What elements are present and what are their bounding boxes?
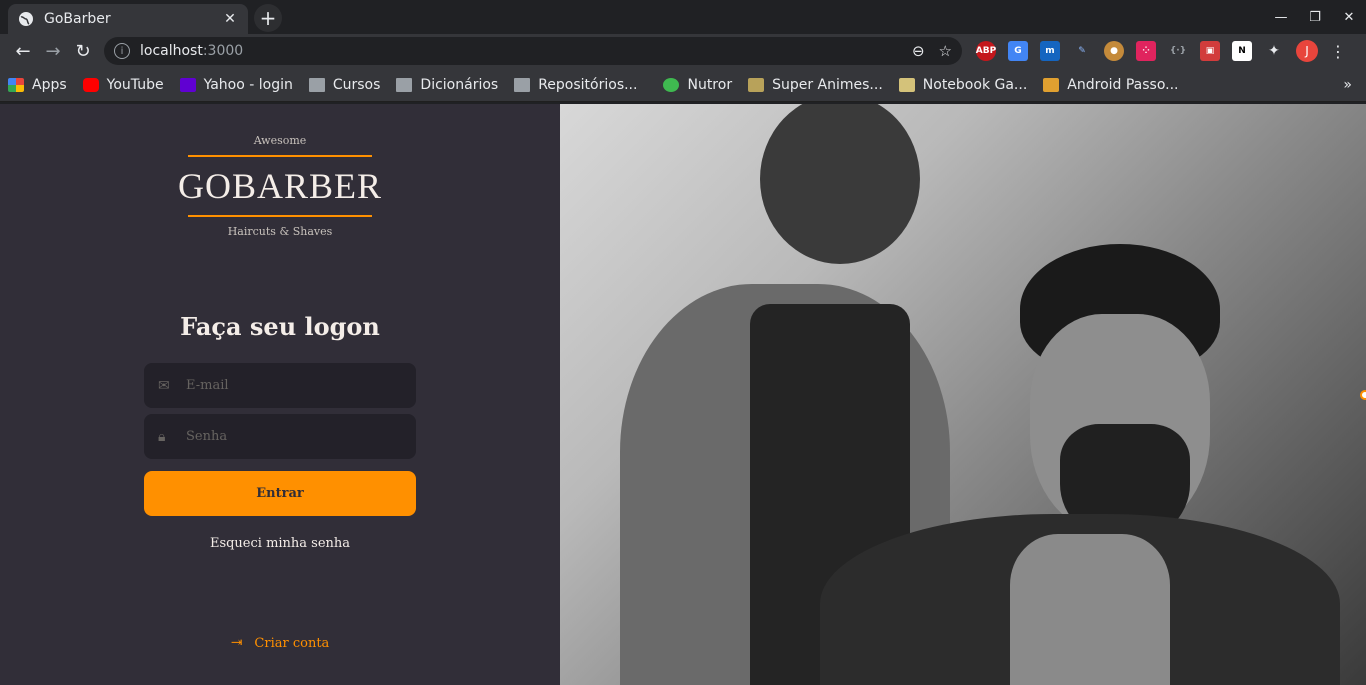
- logo-top-text: Awesome: [253, 134, 307, 147]
- signin-panel: Awesome GOBARBER Haircuts & Shaves Faça …: [0, 104, 560, 685]
- bookmark-apps[interactable]: Apps: [8, 77, 67, 93]
- bookmark-label: Android Passo...: [1067, 76, 1179, 93]
- lock-icon: 🔒︎: [158, 428, 166, 445]
- folder-icon: [396, 77, 413, 92]
- profile-avatar[interactable]: J: [1296, 40, 1318, 62]
- window-controls: — ❐ ✕: [1264, 0, 1366, 34]
- logo-bottom-text: Haircuts & Shaves: [227, 225, 333, 238]
- site-info-icon[interactable]: i: [114, 43, 130, 59]
- reload-button[interactable]: ↻: [68, 36, 98, 66]
- bookmark-android[interactable]: Android Passo...: [1043, 76, 1179, 93]
- address-bar[interactable]: i localhost:3000 ⊖ ☆: [104, 37, 962, 65]
- nutror-icon: [663, 77, 680, 92]
- logo-divider-top: [188, 155, 372, 157]
- super-animes-icon: [748, 77, 765, 92]
- gift-extension-icon[interactable]: ▣: [1200, 41, 1220, 61]
- create-account-link[interactable]: ⇥ Criar conta: [0, 635, 560, 651]
- background-photo: [560, 104, 1366, 685]
- folder-icon: [514, 77, 531, 92]
- url-port: :3000: [202, 43, 244, 59]
- minimize-icon[interactable]: —: [1264, 0, 1298, 34]
- photo-barber-head: [760, 104, 920, 264]
- extensions-area: ABP G m ✎ ● ⁘ {·} ▣ N ✦ J ⋮: [976, 40, 1346, 62]
- close-tab-icon[interactable]: ✕: [222, 11, 238, 27]
- folder-icon: [308, 77, 325, 92]
- bookmarks-overflow-icon[interactable]: »: [1343, 77, 1352, 93]
- log-in-icon: ⇥: [230, 635, 243, 651]
- email-field[interactable]: ✉: [144, 363, 416, 408]
- logo-brand: GOBARBER: [178, 165, 381, 207]
- bookmark-nutror[interactable]: Nutror: [663, 77, 732, 93]
- url-host: localhost: [140, 43, 203, 59]
- zoom-icon[interactable]: ⊖: [912, 42, 925, 60]
- browser-tab[interactable]: GoBarber ✕: [8, 4, 248, 34]
- email-input[interactable]: [186, 378, 402, 393]
- forward-button[interactable]: →: [38, 36, 68, 66]
- bookmark-label: Apps: [32, 76, 67, 93]
- notebook-icon: [898, 77, 915, 92]
- bookmark-label: Nutror: [687, 76, 733, 93]
- notion-extension-icon[interactable]: N: [1232, 41, 1252, 61]
- url-text: localhost:3000: [140, 43, 898, 59]
- menu-kebab-icon[interactable]: ⋮: [1330, 42, 1346, 61]
- bookmark-label: Repositórios...: [538, 76, 638, 93]
- browser-toolbar: ← → ↻ i localhost:3000 ⊖ ☆ ABP G m ✎ ● ⁘…: [0, 34, 1366, 68]
- create-account-label: Criar conta: [254, 635, 330, 651]
- bookmark-yahoo[interactable]: Yahoo - login: [179, 76, 293, 93]
- bookmark-label: Cursos: [332, 76, 381, 93]
- bookmarks-bar: Apps YouTube Yahoo - login Cursos Dicion…: [0, 68, 1366, 102]
- forgot-password-link[interactable]: Esqueci minha senha: [0, 536, 560, 551]
- apps-grid-icon: [8, 77, 24, 92]
- bookmark-super-animes[interactable]: Super Animes...: [748, 77, 883, 93]
- yahoo-icon: [179, 77, 196, 92]
- bookmark-dicionarios[interactable]: Dicionários: [396, 77, 498, 93]
- bookmark-label: YouTube: [106, 76, 164, 93]
- password-input[interactable]: [186, 429, 402, 444]
- photo-client-shirt: [1010, 534, 1170, 685]
- bookmark-youtube[interactable]: YouTube: [82, 76, 164, 93]
- bookmark-label: Super Animes...: [772, 76, 883, 93]
- back-button[interactable]: ←: [8, 36, 38, 66]
- logo-divider-bottom: [188, 215, 372, 217]
- globe-icon: [19, 12, 33, 26]
- signin-page: Awesome GOBARBER Haircuts & Shaves Faça …: [0, 104, 1366, 685]
- code-extension-icon[interactable]: {·}: [1168, 41, 1188, 61]
- tab-title: GoBarber: [44, 11, 111, 27]
- new-tab-button[interactable]: +: [254, 4, 282, 32]
- mail-icon: ✉: [158, 377, 170, 394]
- pen-extension-icon[interactable]: ✎: [1072, 41, 1092, 61]
- youtube-icon: [82, 77, 99, 92]
- close-window-icon[interactable]: ✕: [1332, 0, 1366, 34]
- logo-brand-text: GOBARBER: [177, 166, 383, 206]
- cookie-extension-icon[interactable]: ●: [1104, 41, 1124, 61]
- adblock-extension-icon[interactable]: ABP: [976, 41, 996, 61]
- android-icon: [1043, 77, 1060, 92]
- m-extension-icon[interactable]: m: [1040, 41, 1060, 61]
- password-field[interactable]: 🔒︎: [144, 414, 416, 459]
- gobarber-logo: Awesome GOBARBER Haircuts & Shaves: [178, 134, 381, 238]
- bookmark-star-icon[interactable]: ☆: [939, 42, 952, 60]
- bookmark-label: Notebook Ga...: [922, 76, 1028, 93]
- bookmark-label: Yahoo - login: [203, 76, 293, 93]
- browser-tab-strip: GoBarber ✕ + — ❐ ✕: [0, 0, 1366, 34]
- bookmark-repositorios[interactable]: Repositórios...: [514, 77, 637, 93]
- submit-button[interactable]: Entrar: [144, 471, 416, 516]
- puzzle-extensions-icon[interactable]: ✦: [1264, 41, 1284, 61]
- bookmark-notebook[interactable]: Notebook Ga...: [898, 76, 1028, 93]
- bookmark-label: Dicionários: [420, 76, 499, 93]
- page-title: Faça seu logon: [180, 312, 380, 341]
- restore-icon[interactable]: ❐: [1298, 0, 1332, 34]
- dice-extension-icon[interactable]: ⁘: [1136, 41, 1156, 61]
- translate-extension-icon[interactable]: G: [1008, 41, 1028, 61]
- scroll-indicator: [1360, 390, 1366, 400]
- bookmark-cursos[interactable]: Cursos: [308, 76, 381, 93]
